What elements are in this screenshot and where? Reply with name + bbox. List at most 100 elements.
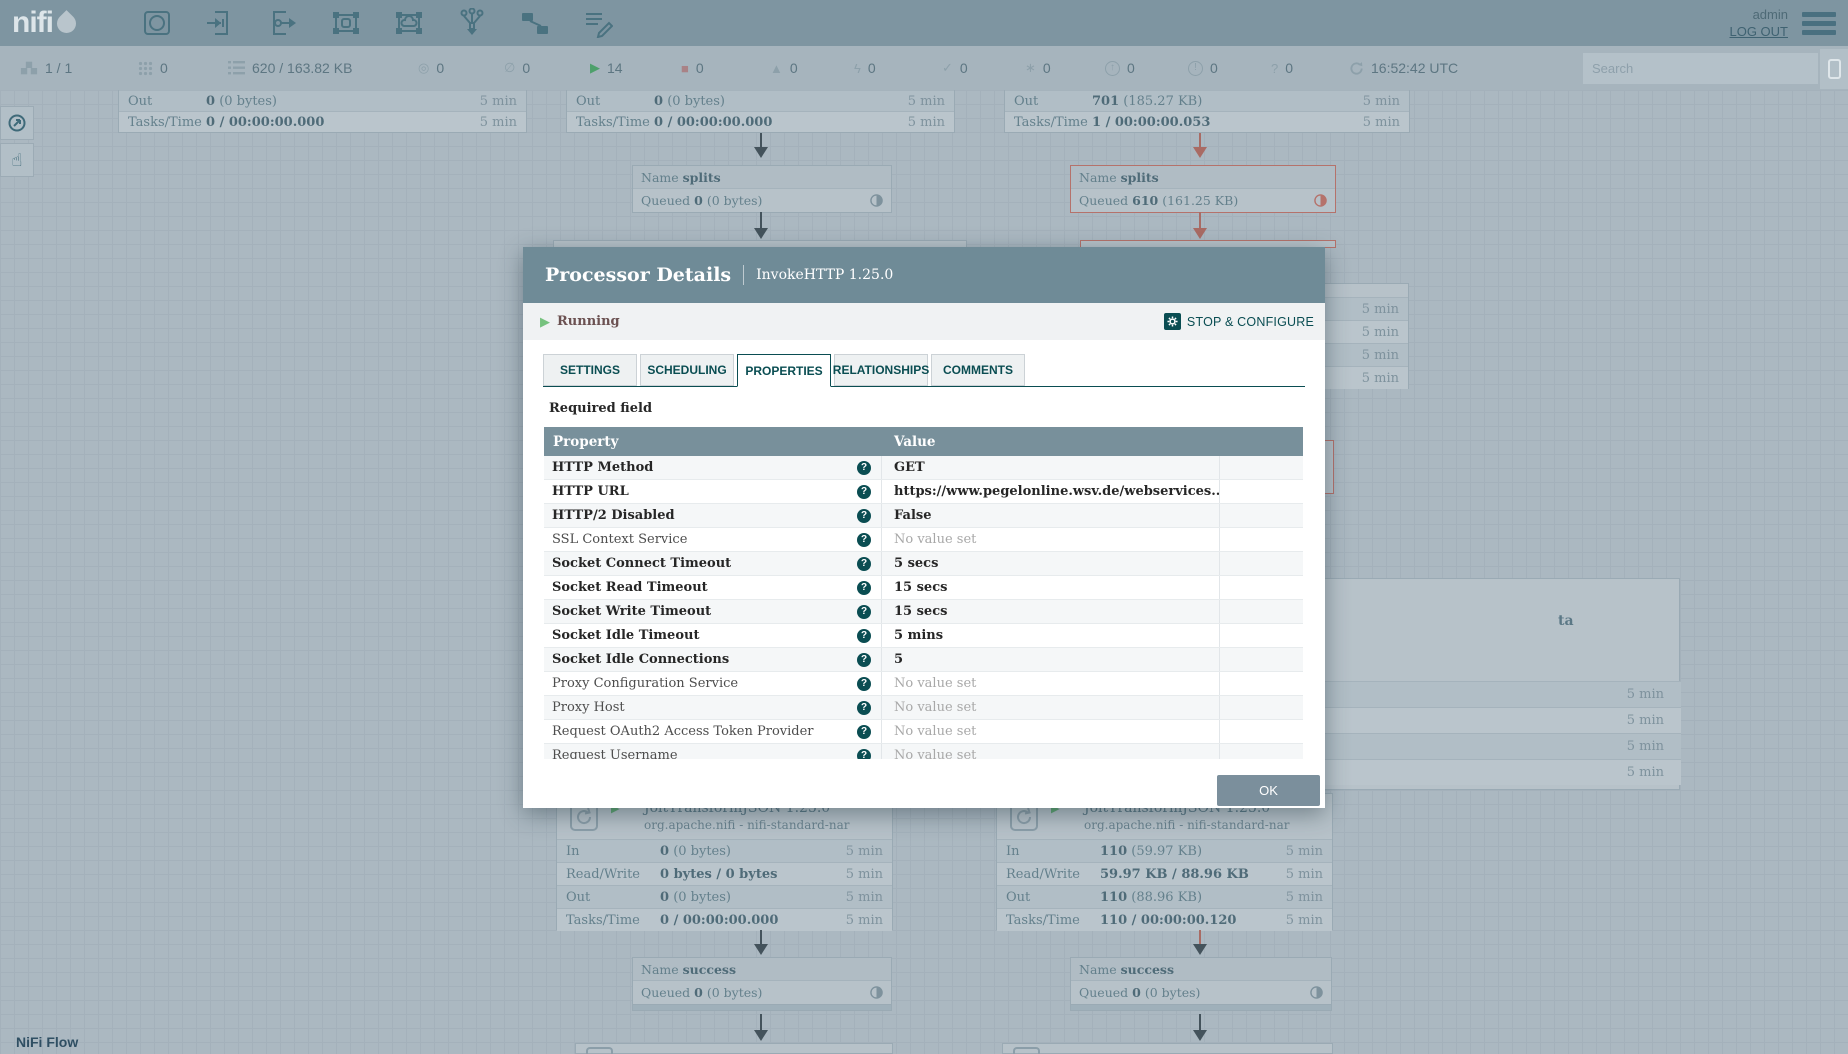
stat-label: Out [1006, 890, 1100, 905]
logout-link[interactable]: LOG OUT [1729, 23, 1788, 40]
processor-stat-row: Tasks/Time 0 / 00:00:00.000 5 min [119, 111, 526, 132]
stat-window: 5 min [1286, 867, 1323, 882]
birdseye-button[interactable] [0, 106, 34, 140]
processor-stat-row: Out 0 (0 bytes) 5 min [557, 885, 892, 908]
stat-value: 0 / 00:00:00.000 [654, 115, 772, 130]
stat-value: 0 bytes / 0 bytes [660, 867, 777, 882]
queued-icon [228, 61, 245, 75]
help-icon[interactable]: ? [857, 509, 871, 523]
help-icon[interactable]: ? [857, 581, 871, 595]
stopped-count: 0 [696, 60, 704, 76]
processor-node: Out 0 (0 bytes) 5 min Tasks/Time 0 / 00:… [118, 90, 527, 133]
property-row: Socket Connect Timeout ? 5 secs [544, 552, 1303, 576]
queued-count: 0 [694, 193, 703, 208]
queued-size: (161.25 KB) [1162, 193, 1238, 208]
connection-name-label: Name [1079, 170, 1117, 185]
property-row: HTTP Method ? GET [544, 456, 1303, 480]
refresh-icon[interactable] [1349, 61, 1364, 76]
stopped-icon: ■ [681, 61, 689, 76]
locally-modified-stale-icon: ! [1188, 61, 1203, 76]
processor-details-dialog: Processor Details InvokeHTTP 1.25.0 ▶ Ru… [523, 247, 1325, 808]
tab[interactable]: RELATIONSHIPS [834, 354, 928, 386]
locally-modified-icon: ∗ [1025, 60, 1036, 76]
processor-icon[interactable] [142, 8, 172, 38]
queued-label: Queued [641, 985, 690, 1000]
global-menu-icon[interactable] [1802, 12, 1836, 35]
property-name: HTTP Method [552, 460, 653, 475]
help-icon[interactable]: ? [857, 533, 871, 547]
connection-arrowhead [1193, 147, 1207, 165]
stat-window: 5 min [1363, 115, 1400, 130]
transmitting-status: ◎ 0 [418, 46, 444, 90]
invalid-icon: ▲ [770, 61, 783, 76]
property-column-header: Property [544, 434, 882, 450]
property-extra-cell [1220, 552, 1303, 575]
stat-window: 5 min [846, 867, 883, 882]
help-icon[interactable]: ? [857, 485, 871, 499]
property-name: Request Username [552, 748, 678, 759]
stat-value: 110 / 00:00:00.120 [1100, 913, 1236, 928]
up-to-date-count: 0 [960, 60, 968, 76]
breadcrumb[interactable]: NiFi Flow [16, 1034, 78, 1050]
connection-name-label: Name [641, 962, 679, 977]
input-port-icon[interactable] [205, 8, 235, 38]
connection-name: splits [683, 170, 721, 185]
sync-failure-status: ? 0 [1271, 46, 1293, 90]
connection-label-highlighted: Name splits Queued 610 (161.25 KB) [1070, 165, 1336, 213]
help-icon[interactable]: ? [857, 461, 871, 475]
property-value: No value set [882, 672, 1220, 695]
running-icon: ▶ [590, 60, 600, 76]
tab[interactable]: SETTINGS [543, 354, 637, 386]
stat-window: 5 min [1362, 348, 1399, 363]
stat-window: 5 min [908, 94, 945, 109]
stat-value: 0 / 00:00:00.000 [660, 913, 778, 928]
stat-value: 0 / 00:00:00.000 [206, 115, 324, 130]
help-icon[interactable]: ? [857, 605, 871, 619]
output-port-icon[interactable] [268, 8, 298, 38]
help-icon[interactable]: ? [857, 629, 871, 643]
stat-window: 5 min [846, 913, 883, 928]
template-icon[interactable] [520, 8, 550, 38]
tab[interactable]: SCHEDULING [640, 354, 734, 386]
stat-window: 5 min [846, 844, 883, 859]
help-icon[interactable]: ? [857, 701, 871, 715]
connection-line [760, 1014, 762, 1030]
queue-indicator-icon [870, 986, 883, 999]
remote-process-group-icon[interactable] [394, 8, 424, 38]
queued-size: (0 bytes) [707, 193, 763, 208]
processor-bundle: org.apache.nifi - nifi-standard-nar [644, 818, 849, 832]
property-extra-cell [1220, 720, 1303, 743]
property-row: Socket Read Timeout ? 15 secs [544, 576, 1303, 600]
property-extra-cell [1220, 480, 1303, 503]
help-icon[interactable]: ? [857, 749, 871, 760]
queued-count: 610 [1132, 193, 1158, 208]
ok-button[interactable]: OK [1217, 775, 1320, 806]
stat-window: 5 min [480, 94, 517, 109]
cluster-count: 1 / 1 [45, 60, 72, 76]
help-icon[interactable]: ? [857, 677, 871, 691]
process-group-icon[interactable] [331, 8, 361, 38]
pan-button[interactable]: ☝ [0, 143, 34, 177]
funnel-icon[interactable] [457, 8, 487, 38]
required-field-note: Required field [549, 401, 652, 416]
search-input[interactable] [1583, 53, 1818, 84]
processor-node: ▶ JoltTransformJSON 1.25.0 org.apache.ni… [556, 793, 893, 930]
not-transmitting-icon: ∅ [504, 60, 515, 76]
tab[interactable]: COMMENTS [931, 354, 1025, 386]
queue-indicator-icon [1310, 986, 1323, 999]
stop-and-configure-button[interactable]: STOP & CONFIGURE [1164, 313, 1314, 330]
connection-name: success [683, 962, 736, 977]
label-icon[interactable] [583, 8, 613, 38]
property-name: Socket Read Timeout [552, 580, 708, 595]
help-icon[interactable]: ? [857, 725, 871, 739]
stale-status: ↑ 0 [1105, 46, 1135, 90]
tab[interactable]: PROPERTIES [737, 354, 831, 387]
stat-extra: (185.27 KB) [1123, 94, 1202, 109]
queued-count: 0 [1132, 985, 1141, 1000]
stat-label: Tasks/Time [576, 115, 654, 130]
locally-modified-stale-count: 0 [1210, 60, 1218, 76]
help-icon[interactable]: ? [857, 557, 871, 571]
panel-toggle-button[interactable] [1820, 49, 1848, 89]
help-icon[interactable]: ? [857, 653, 871, 667]
stale-icon: ↑ [1105, 61, 1120, 76]
